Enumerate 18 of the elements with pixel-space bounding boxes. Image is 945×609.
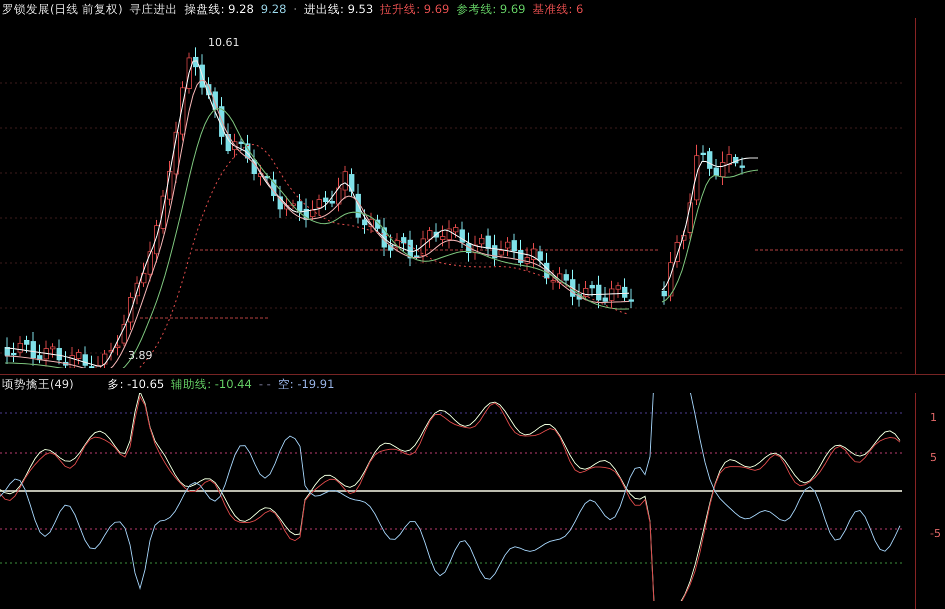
legend-value: - - — [258, 377, 271, 391]
stock-title: 罗锁发展(日线 前复权) — [2, 2, 123, 16]
legend-value: 基准线: 6 — [532, 2, 584, 16]
legend-value: 辅助线: -10.44 — [171, 376, 252, 392]
high-price-label: 10.61 — [208, 36, 240, 49]
legend-value: 空: -19.91 — [278, 376, 334, 392]
legend-value: 9.28 — [260, 2, 286, 16]
axis-label: 5 — [930, 451, 937, 464]
indicator-name: 寻庄进出 — [130, 2, 178, 16]
legend-value: 拉升线: 9.69 — [380, 2, 450, 16]
legend-value: 操盘线: 9.28 — [184, 2, 254, 16]
legend-value: 多: -10.65 — [108, 376, 164, 392]
legend-value: 参考线: 9.69 — [456, 2, 526, 16]
legend-value: 进出线: 9.53 — [304, 2, 374, 16]
oscillator-title: 顷势擒王(49) — [2, 376, 74, 392]
axis-label: -5 — [930, 527, 941, 540]
legend-separator: · — [293, 2, 298, 16]
axis-label: 1 — [930, 411, 937, 424]
